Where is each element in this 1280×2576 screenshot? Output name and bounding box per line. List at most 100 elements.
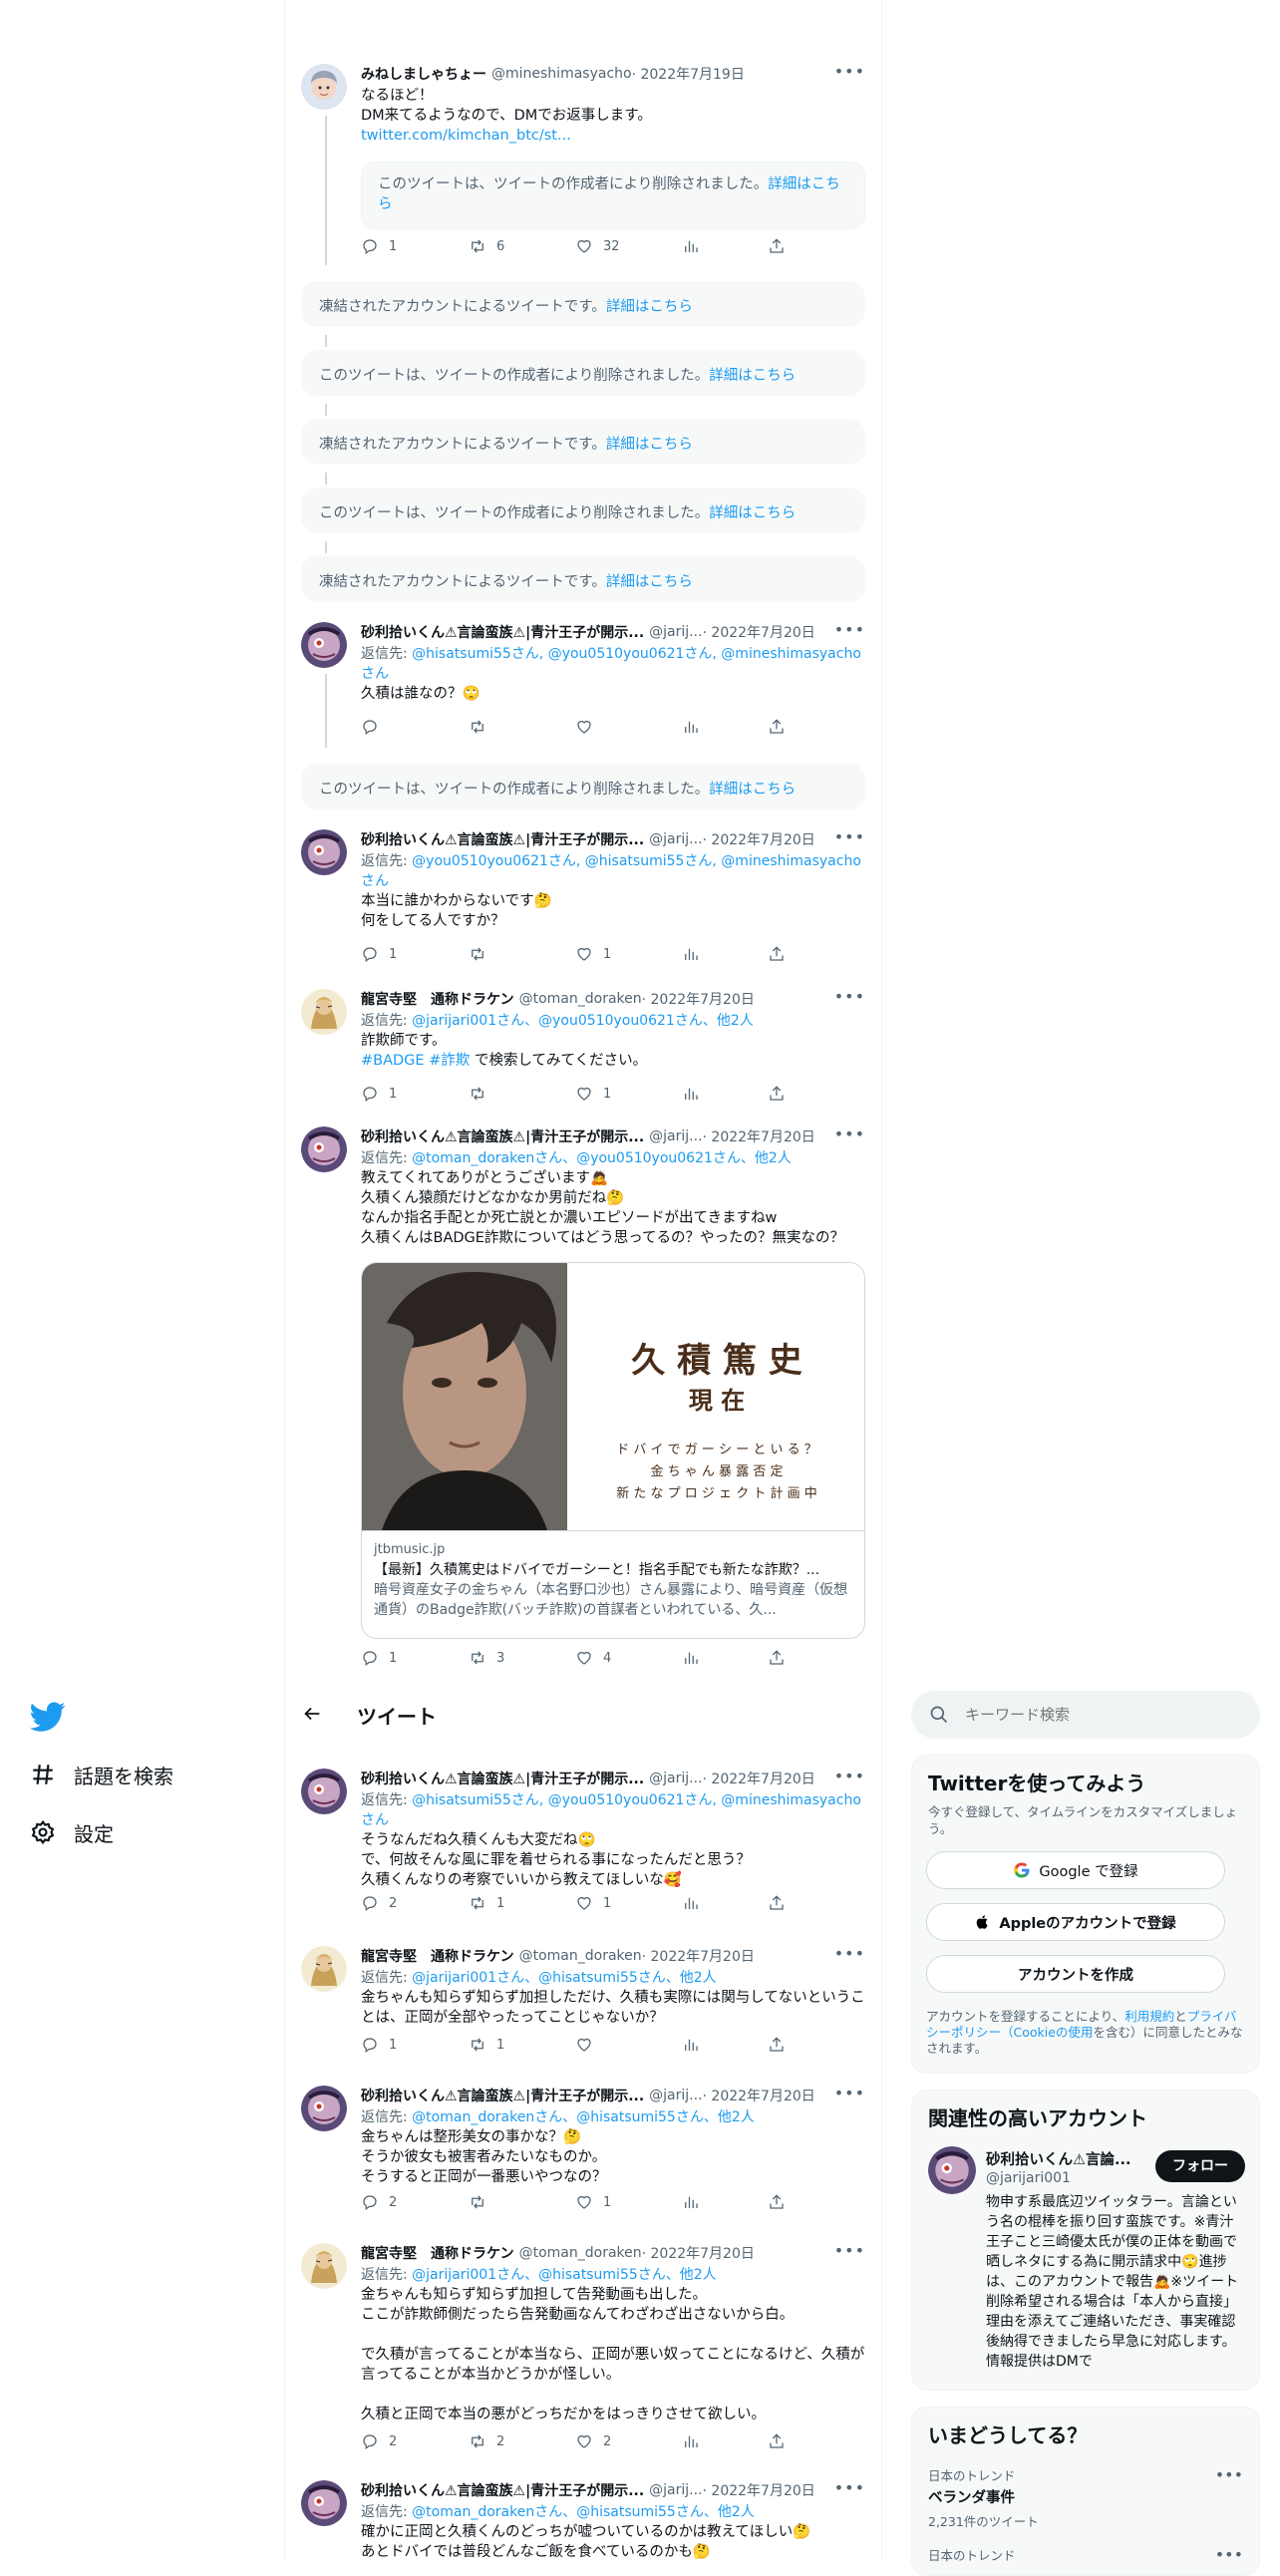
tweet-date[interactable]: · 2022年7月20日 (642, 2243, 755, 2263)
more-icon[interactable]: ••• (1215, 2545, 1243, 2564)
author-handle[interactable]: @mineshimasyacho (491, 66, 632, 82)
like-button[interactable]: 1 (575, 1085, 611, 1103)
reply-to-handles[interactable]: @hisatsumi55さん, @you0510you0621さん, @mine… (361, 646, 861, 682)
retweet-button[interactable]: 1 (469, 2036, 504, 2054)
avatar[interactable] (301, 989, 347, 1035)
author-handle[interactable]: @jarij... (649, 831, 702, 847)
google-signup-button[interactable]: Google で登録 (926, 1851, 1225, 1889)
author-handle[interactable]: @jarij... (649, 1771, 702, 1786)
details-link[interactable]: 詳細はこちら (606, 437, 693, 453)
author-name[interactable]: 砂利拾いくん⚠言論蛮族⚠|青汁王子が開示... (361, 1127, 644, 1146)
details-link[interactable]: 詳細はこちら (606, 574, 693, 590)
share-button[interactable] (768, 2193, 786, 2211)
tweet-date[interactable]: · 2022年7月20日 (703, 1769, 815, 1788)
views-button[interactable] (682, 1085, 700, 1103)
author-name[interactable]: 砂利拾いくん⚠言論蛮族⚠|青汁王子が開示... (361, 2086, 644, 2105)
author-handle[interactable]: @jarij... (649, 624, 702, 640)
author-name[interactable]: 砂利拾いくん⚠言論蛮族⚠|青汁王子が開示... (361, 2480, 644, 2500)
tweet[interactable]: 砂利拾いくん⚠言論蛮族⚠|青汁王子が開示... @jarij... · 2022年… (285, 2082, 881, 2231)
search-input[interactable] (965, 1703, 1244, 1727)
more-icon[interactable]: ••• (834, 620, 865, 639)
more-icon[interactable]: ••• (834, 1944, 865, 1963)
retweet-button[interactable] (469, 1085, 496, 1103)
reply-to-handles[interactable]: @toman_dorakenさん、@you0510you0621さん、他2人 (412, 1150, 792, 1166)
share-button[interactable] (768, 1649, 786, 1667)
avatar[interactable] (928, 2146, 976, 2194)
tweet[interactable]: 龍宮寺堅 通称ドラケン @toman_doraken · 2022年7月20日 ••… (285, 985, 881, 1119)
twitter-bird-icon[interactable] (30, 1699, 66, 1735)
avatar[interactable] (301, 1127, 347, 1172)
reply-to-handles[interactable]: @jarijari001さん、@you0510you0621さん、他2人 (412, 1013, 754, 1029)
avatar[interactable] (301, 622, 347, 668)
views-button[interactable] (682, 2036, 700, 2054)
author-name[interactable]: 砂利拾いくん⚠言論蛮族⚠|青汁王子が開示... (361, 829, 644, 849)
reply-button[interactable] (361, 718, 389, 736)
avatar[interactable] (301, 2243, 347, 2289)
like-button[interactable]: 32 (575, 237, 620, 255)
share-button[interactable] (768, 2432, 786, 2450)
tweet-date[interactable]: · 2022年7月20日 (703, 1127, 815, 1146)
avatar[interactable] (301, 64, 347, 110)
avatar[interactable] (301, 2086, 347, 2131)
tweet[interactable]: 砂利拾いくん⚠言論蛮族⚠|青汁王子が開示... @jarij... · 2022年… (285, 1765, 881, 1920)
share-button[interactable] (768, 237, 786, 255)
more-icon[interactable]: ••• (834, 2084, 865, 2102)
author-name[interactable]: みねしましゃちょー (361, 64, 486, 84)
views-button[interactable] (682, 718, 700, 736)
avatar[interactable] (301, 2480, 347, 2526)
views-button[interactable] (682, 2432, 700, 2450)
reply-button[interactable]: 2 (361, 2432, 397, 2450)
tweet-date[interactable]: · 2022年7月20日 (703, 829, 815, 849)
back-arrow-icon[interactable] (301, 1703, 323, 1725)
create-account-button[interactable]: アカウントを作成 (926, 1955, 1225, 1993)
reply-to-handles[interactable]: @jarijari001さん、@hisatsumi55さん、他2人 (412, 1970, 717, 1986)
author-name[interactable]: 龍宮寺堅 通称ドラケン (361, 1946, 514, 1966)
like-button[interactable]: 1 (575, 1894, 611, 1912)
tweet-date[interactable]: · 2022年7月20日 (703, 2086, 815, 2105)
share-button[interactable] (768, 718, 786, 736)
related-handle[interactable]: @jarijari001 (986, 2170, 1071, 2186)
quoted-tweet[interactable]: このツイートは、ツイートの作成者により削除されました。詳細はこちら (361, 161, 865, 229)
nav-settings[interactable]: 設定 (30, 1812, 114, 1852)
retweet-button[interactable]: 6 (469, 237, 504, 255)
tweet[interactable]: 砂利拾いくん⚠言論蛮族⚠|青汁王子が開示... @jarij... · 2022年… (285, 825, 881, 981)
tweet-date[interactable]: · 2022年7月20日 (703, 622, 815, 642)
like-button[interactable]: 1 (575, 945, 611, 963)
reply-button[interactable]: 1 (361, 2036, 397, 2054)
reply-to-handles[interactable]: @hisatsumi55さん, @you0510you0621さん, @mine… (361, 1792, 861, 1828)
more-icon[interactable]: ••• (834, 2478, 865, 2497)
tweet-date[interactable]: · 2022年7月20日 (642, 1946, 755, 1966)
more-icon[interactable]: ••• (834, 987, 865, 1006)
more-icon[interactable]: ••• (834, 1125, 865, 1143)
tweet[interactable]: 砂利拾いくん⚠言論蛮族⚠|青汁王子が開示... @jarij... · 2022年… (285, 618, 881, 748)
more-icon[interactable]: ••• (1215, 2465, 1243, 2484)
apple-signup-button[interactable]: Appleのアカウントで登録 (926, 1903, 1225, 1941)
author-handle[interactable]: @jarij... (649, 1128, 702, 1144)
author-handle[interactable]: @toman_doraken (519, 2245, 642, 2261)
tweet[interactable]: みねしましゃちょー @mineshimasyacho · 2022年7月19日 ••… (285, 56, 881, 265)
details-link[interactable]: 詳細はこちら (709, 505, 796, 521)
views-button[interactable] (682, 237, 700, 255)
views-button[interactable] (682, 1894, 700, 1912)
reply-button[interactable]: 1 (361, 945, 397, 963)
reply-button[interactable]: 1 (361, 237, 397, 255)
retweet-button[interactable]: 1 (469, 1894, 504, 1912)
author-handle[interactable]: @jarij... (649, 2088, 702, 2103)
author-handle[interactable]: @toman_doraken (519, 1948, 642, 1964)
author-name[interactable]: 龍宮寺堅 通称ドラケン (361, 989, 514, 1009)
reply-to-handles[interactable]: @you0510you0621さん, @hisatsumi55さん, @mine… (361, 853, 861, 889)
link-card[interactable]: 久 積 篤 史 現 在 ド バ イ で ガ ー シ ー と い る ？ 金 ち … (361, 1262, 865, 1639)
share-button[interactable] (768, 2036, 786, 2054)
retweet-button[interactable] (469, 2193, 496, 2211)
retweet-button[interactable] (469, 945, 496, 963)
avatar[interactable] (301, 1946, 347, 1992)
hashtag-links[interactable]: #BADGE #詐欺 (361, 1053, 470, 1069)
tweet[interactable]: 砂利拾いくん⚠言論蛮族⚠|青汁王子が開示... @jarij... · 2022年… (285, 1123, 881, 1681)
author-handle[interactable]: @toman_doraken (519, 991, 642, 1007)
reply-to-handles[interactable]: @toman_dorakenさん、@hisatsumi55さん、他2人 (412, 2109, 755, 2125)
tweet-date[interactable]: · 2022年7月20日 (703, 2480, 815, 2500)
views-button[interactable] (682, 2193, 700, 2211)
tweet[interactable]: 龍宮寺堅 通称ドラケン @toman_doraken · 2022年7月20日 ••… (285, 2239, 881, 2468)
terms-link[interactable]: 利用規約 (1124, 2009, 1174, 2024)
retweet-button[interactable]: 3 (469, 1649, 504, 1667)
